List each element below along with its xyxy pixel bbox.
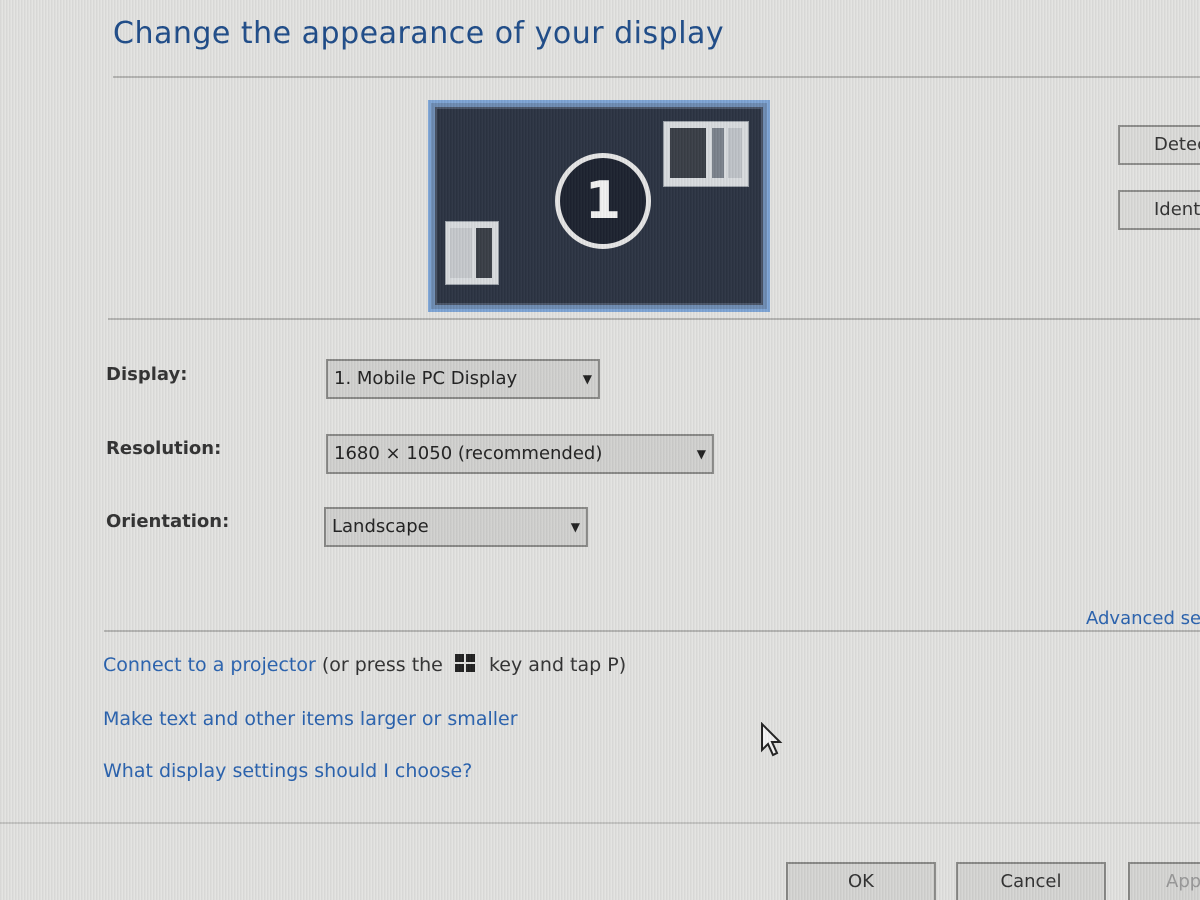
- preview-divider: [108, 318, 1200, 320]
- desktop-window-thumbnail-small: [445, 221, 499, 285]
- resolution-select-value: 1680 × 1050 (recommended): [334, 443, 603, 464]
- orientation-select[interactable]: Landscape ▼: [324, 507, 588, 547]
- resolution-select[interactable]: 1680 × 1050 (recommended) ▼: [326, 434, 714, 474]
- display-select-value: 1. Mobile PC Display: [334, 368, 518, 389]
- display-select[interactable]: 1. Mobile PC Display ▼: [326, 359, 600, 399]
- orientation-label: Orientation:: [106, 511, 230, 532]
- projector-hint-suffix: key and tap P): [482, 654, 627, 676]
- mouse-cursor-icon: [761, 722, 783, 757]
- orientation-select-value: Landscape: [332, 516, 429, 537]
- detect-button[interactable]: Detect: [1118, 125, 1200, 165]
- projector-row: Connect to a projector (or press the key…: [103, 654, 626, 676]
- connect-projector-link[interactable]: Connect to a projector: [103, 654, 316, 676]
- monitor-number-badge: 1: [555, 153, 651, 249]
- footer-divider: [0, 822, 1200, 824]
- apply-button[interactable]: Apply: [1128, 862, 1200, 900]
- chevron-down-icon: ▼: [570, 520, 580, 534]
- text-size-link[interactable]: Make text and other items larger or smal…: [103, 708, 518, 730]
- chevron-down-icon: ▼: [696, 447, 706, 461]
- settings-divider: [104, 630, 1200, 632]
- monitor-preview[interactable]: 1: [428, 100, 770, 312]
- page-title: Change the appearance of your display: [113, 16, 725, 51]
- desktop-window-thumbnail: [663, 121, 749, 187]
- projector-hint-prefix: (or press the: [315, 654, 449, 676]
- display-label: Display:: [106, 364, 188, 385]
- cancel-button[interactable]: Cancel: [956, 862, 1106, 900]
- identify-button[interactable]: Identify: [1118, 190, 1200, 230]
- advanced-settings-link[interactable]: Advanced settings: [1086, 608, 1200, 629]
- ok-button[interactable]: OK: [786, 862, 936, 900]
- resolution-label: Resolution:: [106, 438, 222, 459]
- windows-logo-icon: [454, 654, 477, 674]
- monitor-screen: 1: [435, 107, 763, 305]
- title-divider: [113, 76, 1200, 78]
- display-help-link[interactable]: What display settings should I choose?: [103, 760, 472, 782]
- chevron-down-icon: ▼: [582, 372, 592, 386]
